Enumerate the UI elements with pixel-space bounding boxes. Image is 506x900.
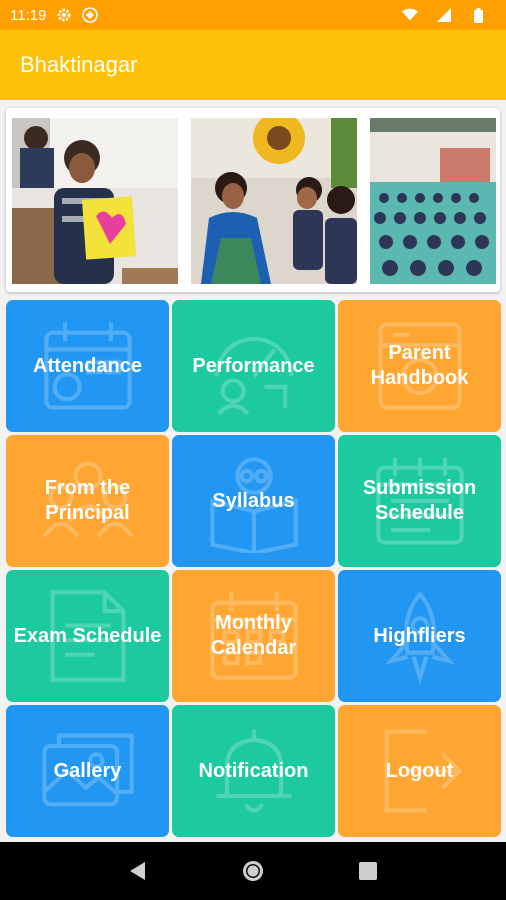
teacher-with-children-photo[interactable] xyxy=(191,118,357,284)
tile-label: Performance xyxy=(192,354,315,377)
tile-monthly-calendar[interactable]: Monthly Calendar xyxy=(172,570,335,702)
tile-exam-schedule[interactable]: Exam Schedule xyxy=(6,570,169,702)
signal-icon xyxy=(436,7,452,23)
status-time: 11:19 xyxy=(10,6,47,24)
tile-label: Highfliers xyxy=(373,624,466,647)
tile-label: Gallery xyxy=(53,759,122,782)
page-title: Bhaktinagar xyxy=(20,52,138,77)
back-icon[interactable] xyxy=(125,858,151,884)
photo-carousel[interactable] xyxy=(6,108,500,292)
tile-gallery[interactable]: Gallery xyxy=(6,705,169,837)
tile-label: Exam Schedule xyxy=(13,624,162,647)
tile-label: From the Principal xyxy=(44,477,131,524)
tile-label: Logout xyxy=(385,759,454,782)
tile-performance[interactable]: Performance xyxy=(172,300,335,432)
tile-parent-handbook[interactable]: Parent Handbook xyxy=(338,300,501,432)
students-assembly-photo[interactable] xyxy=(370,118,496,284)
recents-icon[interactable] xyxy=(355,858,381,884)
battery-icon xyxy=(470,7,486,23)
wifi-icon xyxy=(402,7,418,23)
tile-attendance[interactable]: Attendance xyxy=(6,300,169,432)
tile-label: Syllabus xyxy=(212,489,295,512)
tile-from-the-principal[interactable]: From the Principal xyxy=(6,435,169,567)
tile-highfliers[interactable]: Highfliers xyxy=(338,570,501,702)
tile-label: Notification xyxy=(198,759,309,782)
home-icon[interactable] xyxy=(240,858,266,884)
app-notification-icon xyxy=(82,7,99,23)
tile-logout[interactable]: Logout xyxy=(338,705,501,837)
tile-label: Monthly Calendar xyxy=(210,612,297,659)
student-holding-artwork-photo[interactable] xyxy=(12,118,178,284)
tile-label: Parent Handbook xyxy=(370,342,469,389)
gear-icon xyxy=(56,7,72,23)
status-bar: 11:19 xyxy=(0,0,506,30)
menu-grid: Attendance Performance Parent Handbook F… xyxy=(6,300,502,837)
navigation-bar xyxy=(0,842,506,900)
tile-label: Attendance xyxy=(33,354,142,377)
tile-notification[interactable]: Notification xyxy=(172,705,335,837)
tile-syllabus[interactable]: Syllabus xyxy=(172,435,335,567)
app-bar: Bhaktinagar xyxy=(0,30,506,100)
tile-submission-schedule[interactable]: Submission Schedule xyxy=(338,435,501,567)
tile-label: Submission Schedule xyxy=(362,477,477,524)
